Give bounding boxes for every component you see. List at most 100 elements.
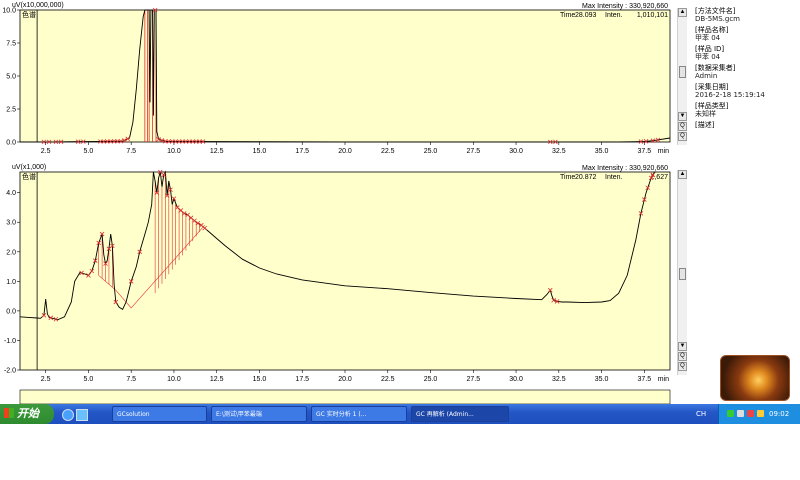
windows-flag-icon bbox=[4, 408, 14, 418]
x-tick-label: 22.5 bbox=[381, 376, 395, 383]
x-tick-label: 27.5 bbox=[466, 376, 480, 383]
x-tick-label: 7.5 bbox=[126, 376, 136, 383]
x-tick-label: 15.0 bbox=[253, 376, 267, 383]
y-tick-label: 5.0 bbox=[6, 74, 16, 81]
task-gcsolution[interactable]: GCsolution bbox=[112, 406, 207, 422]
scroll-up-button[interactable]: ▲ bbox=[678, 170, 687, 179]
y-tick-label: 3.0 bbox=[6, 220, 16, 227]
x-tick-label: 2.5 bbox=[41, 376, 51, 383]
max-intensity-label: Max Intensity : 330,920,660 bbox=[582, 165, 668, 172]
zoom-in-icon[interactable]: Q bbox=[678, 122, 687, 131]
x-tick-label: 12.5 bbox=[210, 376, 224, 383]
scroll-down-button[interactable]: ▼ bbox=[678, 112, 687, 121]
x-tick-label: 20.0 bbox=[338, 376, 352, 383]
y-tick-label: 1.0 bbox=[6, 279, 16, 286]
x-unit-label: min bbox=[658, 148, 669, 155]
description-label: [描述] bbox=[695, 121, 715, 129]
bottom-chart-scrollbar[interactable]: ▲ ▼ Q Q bbox=[677, 170, 687, 375]
max-intensity-label: Max Intensity : 330,920,660 bbox=[582, 3, 668, 10]
legend-label: 色谱 bbox=[22, 10, 36, 19]
scroll-thumb[interactable] bbox=[679, 66, 686, 78]
x-tick-label: 27.5 bbox=[466, 148, 480, 155]
x-tick-label: 2.5 bbox=[41, 148, 51, 155]
scroll-down-button[interactable]: ▼ bbox=[678, 342, 687, 351]
clock: 09:02 bbox=[769, 410, 790, 418]
x-tick-label: 15.0 bbox=[253, 148, 267, 155]
zoom-out-icon[interactable]: Q bbox=[678, 362, 687, 371]
time-value: 28.093 bbox=[575, 12, 597, 19]
sample-id-label: [样品 ID] bbox=[695, 45, 725, 53]
task-label: GCsolution bbox=[117, 411, 150, 418]
acquisition-date-value: 2016-2-18 15:19:14 bbox=[695, 91, 765, 99]
start-button[interactable]: 开始 bbox=[0, 404, 54, 424]
time-label: Time bbox=[560, 174, 575, 181]
intensity-label: Inten. bbox=[605, 174, 623, 181]
y-tick-label: 7.5 bbox=[6, 41, 16, 48]
task-label: E:\测试\甲苯最端 bbox=[216, 411, 262, 418]
zoom-out-icon[interactable]: Q bbox=[678, 132, 687, 141]
x-tick-label: 10.0 bbox=[167, 376, 181, 383]
time-label: Time bbox=[560, 12, 575, 19]
y-tick-label: -1.0 bbox=[4, 338, 16, 345]
operator-label: [数据采集者] bbox=[695, 64, 736, 72]
y-axis-label: uV(x10,000,000) bbox=[12, 2, 64, 9]
x-tick-label: 17.5 bbox=[295, 376, 309, 383]
x-tick-label: 12.5 bbox=[210, 148, 224, 155]
sample-type-value: 未知样 bbox=[695, 110, 716, 118]
y-tick-label: 2.0 bbox=[6, 249, 16, 256]
x-tick-label: 32.5 bbox=[552, 376, 566, 383]
x-tick-label: 20.0 bbox=[338, 148, 352, 155]
scroll-thumb[interactable] bbox=[679, 268, 686, 280]
task-realtime-analysis[interactable]: GC 实时分析 1 (... bbox=[311, 406, 407, 422]
y-tick-label: 4.0 bbox=[6, 190, 16, 197]
legend-label: 色谱 bbox=[22, 172, 36, 181]
chromatogram-top: 0.02.55.07.510.02.5 5.0 7.5 10.0 12.5 15.0 17.… bbox=[2, 2, 671, 155]
windows-taskbar: 开始 GCsolution E:\测试\甲苯最端 GC 实时分析 1 (... … bbox=[0, 404, 800, 424]
method-file-label: [方法文件名] bbox=[695, 7, 736, 15]
x-tick-label: 35.0 bbox=[595, 148, 609, 155]
security-icon[interactable] bbox=[747, 410, 754, 417]
ie-icon[interactable] bbox=[62, 409, 74, 421]
x-unit-label: min bbox=[658, 376, 669, 383]
explorer-icon[interactable] bbox=[76, 409, 88, 421]
x-tick-label: 17.5 bbox=[295, 148, 309, 155]
x-tick-label: 32.5 bbox=[552, 148, 566, 155]
y-tick-label: 0.0 bbox=[6, 308, 16, 315]
x-tick-label: 5.0 bbox=[84, 148, 94, 155]
network-icon[interactable] bbox=[727, 410, 734, 417]
y-tick-label: 0.0 bbox=[6, 140, 16, 147]
x-tick-label: 5.0 bbox=[84, 376, 94, 383]
time-value: 20.872 bbox=[575, 174, 597, 181]
sample-name-label: [样品名称] bbox=[695, 26, 729, 34]
method-file-value: DB-5MS.gcm bbox=[695, 15, 740, 23]
update-icon[interactable] bbox=[757, 410, 764, 417]
plot-area bbox=[19, 9, 671, 143]
task-folder[interactable]: E:\测试\甲苯最端 bbox=[211, 406, 307, 422]
third-panel-strip bbox=[19, 389, 671, 404]
x-tick-label: 37.5 bbox=[638, 148, 652, 155]
top-chart-scrollbar[interactable]: ▲ ▼ Q Q bbox=[677, 8, 687, 145]
sample-id-value: 甲苯 04 bbox=[695, 53, 721, 61]
x-tick-label: 10.0 bbox=[167, 148, 181, 155]
sample-info-panel: [方法文件名] DB-5MS.gcm [样品名称] 甲苯 04 [样品 ID] … bbox=[695, 4, 787, 129]
desktop-widget-image[interactable] bbox=[720, 355, 790, 401]
ime-indicator[interactable]: CH bbox=[696, 404, 706, 424]
intensity-label: Inten. bbox=[605, 12, 623, 19]
system-tray: 09:02 bbox=[718, 404, 800, 424]
x-tick-label: 35.0 bbox=[595, 376, 609, 383]
volume-icon[interactable] bbox=[737, 410, 744, 417]
acquisition-date-label: [采集日期] bbox=[695, 83, 729, 91]
plot-area bbox=[19, 171, 671, 371]
sample-type-label: [样品类型] bbox=[695, 102, 729, 110]
task-reanalysis[interactable]: GC 再解析 (Admin... bbox=[411, 406, 509, 422]
y-tick-label: -2.0 bbox=[4, 368, 16, 375]
operator-value: Admin bbox=[695, 72, 718, 80]
intensity-value: 1,010,101 bbox=[637, 12, 668, 19]
x-tick-label: 22.5 bbox=[381, 148, 395, 155]
sample-name-value: 甲苯 04 bbox=[695, 34, 721, 42]
scroll-up-button[interactable]: ▲ bbox=[678, 8, 687, 17]
y-axis-label: uV(x1,000) bbox=[12, 164, 46, 171]
zoom-in-icon[interactable]: Q bbox=[678, 352, 687, 361]
x-tick-label: 30.0 bbox=[509, 376, 523, 383]
y-tick-label: 2.5 bbox=[6, 107, 16, 114]
